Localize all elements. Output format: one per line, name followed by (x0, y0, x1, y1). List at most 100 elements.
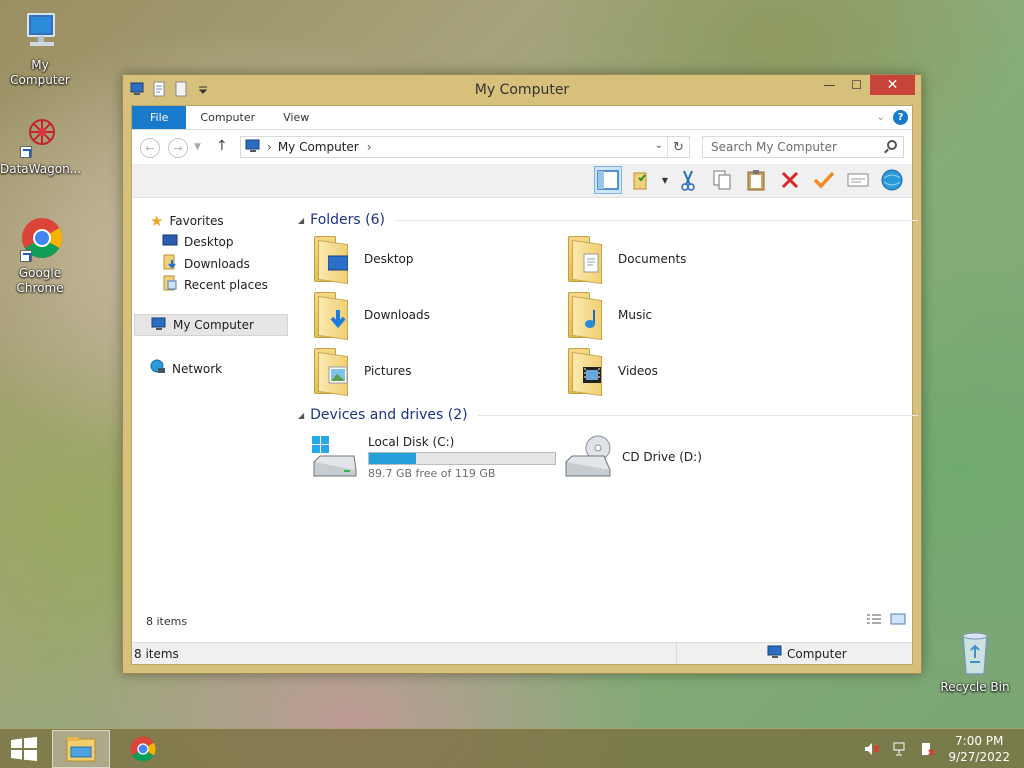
drive-usage-bar (368, 451, 556, 465)
nav-item-network[interactable]: Network (150, 359, 222, 378)
desktop-folder-icon (312, 236, 356, 285)
nav-item-my-computer[interactable]: My Computer (134, 314, 288, 336)
network-globe-icon[interactable] (878, 166, 906, 194)
title-bar[interactable]: My Computer — ☐ ✕ (123, 75, 921, 105)
music-folder-icon (566, 292, 610, 341)
breadcrumb-separator[interactable]: › (267, 140, 272, 154)
star-icon: ★ (150, 212, 164, 230)
recent-locations-icon[interactable]: ▼ (194, 142, 201, 152)
desktop-icon-label: DataWagon... (0, 162, 82, 176)
folder-tile-desktop[interactable]: Desktop (312, 236, 414, 285)
rename-check-icon[interactable] (810, 166, 838, 194)
group-title: Devices and drives (2) (310, 407, 468, 423)
downloads-small-icon (162, 254, 178, 273)
drive-tile-c[interactable]: Local Disk (C:) 89.7 GB free of 119 GB (310, 434, 556, 480)
clock-date: 9/27/2022 (948, 750, 1010, 764)
folder-tile-downloads[interactable]: Downloads (312, 292, 430, 341)
network-tray-icon[interactable] (892, 741, 908, 757)
drive-usage-fill (369, 452, 416, 464)
cd-drive-icon (564, 434, 614, 480)
refresh-icon[interactable]: ↻ (667, 137, 689, 157)
breadcrumb-separator[interactable]: › (367, 140, 372, 154)
paste-icon[interactable] (742, 166, 770, 194)
pictures-folder-icon (312, 348, 356, 397)
taskbar-file-explorer[interactable] (52, 730, 110, 768)
folder-tile-documents[interactable]: Documents (566, 236, 686, 285)
view-switcher (866, 613, 906, 628)
start-button[interactable] (10, 737, 38, 761)
search-input[interactable]: Search My Computer (702, 136, 904, 158)
nav-label: Recent places (184, 277, 268, 292)
folder-tile-music[interactable]: Music (566, 292, 652, 341)
maximize-button[interactable]: ☐ (843, 75, 870, 95)
status-bar: 8 items Computer (132, 642, 912, 664)
group-title: Folders (6) (310, 212, 385, 228)
back-button[interactable]: ← (140, 138, 160, 158)
folders-group-header[interactable]: ◢ Folders (6) (298, 212, 918, 228)
tab-computer[interactable]: Computer (186, 106, 269, 129)
address-field[interactable]: › My Computer › ⌄ ↻ (240, 136, 690, 158)
volume-muted-icon[interactable] (864, 741, 881, 757)
desktop-icon-datawagon[interactable]: DataWagon... (0, 112, 82, 177)
search-icon (887, 140, 897, 150)
folder-name: Downloads (364, 308, 430, 322)
delete-icon[interactable] (776, 166, 804, 194)
navigation-pane-toggle-icon[interactable] (593, 166, 622, 194)
nav-item-favorites[interactable]: ★ Favorites (150, 212, 224, 230)
drives-group-header[interactable]: ◢ Devices and drives (2) (298, 407, 918, 423)
desktop-icon-my-computer[interactable]: My Computer (0, 8, 80, 88)
status-location: Computer (767, 645, 847, 662)
organize-icon[interactable] (628, 166, 656, 194)
ribbon-right-controls: ⌄ ? (877, 110, 908, 125)
tab-file[interactable]: File (132, 106, 187, 129)
nav-item-downloads[interactable]: Downloads (162, 254, 250, 273)
desktop-icon-google-chrome[interactable]: Google Chrome (0, 216, 80, 296)
close-button[interactable]: ✕ (870, 75, 915, 95)
up-button[interactable]: ↑ (216, 138, 228, 154)
group-divider (395, 219, 918, 221)
folder-tile-pictures[interactable]: Pictures (312, 348, 412, 397)
details-view-icon[interactable] (866, 613, 882, 628)
file-explorer-icon (66, 737, 96, 762)
nav-label: Downloads (184, 256, 250, 271)
computer-small-icon (151, 317, 167, 334)
desktop-icon-label: Recycle Bin (940, 680, 1010, 694)
ribbon-tabs: File Computer View ⌄ ? (132, 106, 912, 130)
taskbar-chrome[interactable] (114, 730, 172, 768)
drive-tile-d[interactable]: CD Drive (D:) (564, 434, 702, 480)
forward-button[interactable]: → (168, 138, 188, 158)
address-dropdown-icon[interactable]: ⌄ (655, 140, 663, 151)
expand-ribbon-icon[interactable]: ⌄ (877, 112, 885, 123)
cut-icon[interactable] (674, 166, 702, 194)
large-icons-view-icon[interactable] (890, 613, 906, 628)
minimize-button[interactable]: — (816, 75, 843, 95)
nav-item-desktop[interactable]: Desktop (162, 233, 234, 250)
desktop-icon-label: My Computer (10, 58, 70, 87)
content-pane: ◢ Folders (6) Desktop Documents Download… (292, 198, 918, 634)
tab-view[interactable]: View (269, 106, 323, 129)
status-item-count: 8 items (132, 643, 677, 664)
taskbar-clock[interactable]: 7:00 PM 9/27/2022 (948, 733, 1010, 765)
nav-label: Favorites (169, 214, 224, 228)
breadcrumb-my-computer[interactable]: My Computer (278, 140, 359, 154)
recycle-bin-icon (951, 630, 999, 678)
window-controls: — ☐ ✕ (816, 75, 915, 95)
folder-tile-videos[interactable]: Videos (566, 348, 658, 397)
nav-item-recent-places[interactable]: Recent places (162, 275, 268, 294)
collapse-triangle-icon[interactable]: ◢ (298, 411, 304, 420)
collapse-triangle-icon[interactable]: ◢ (298, 216, 304, 225)
properties-toolbar-icon[interactable] (844, 166, 872, 194)
organize-dropdown-icon[interactable]: ▼ (662, 176, 668, 185)
help-icon[interactable]: ? (893, 110, 908, 125)
taskbar: 7:00 PM 9/27/2022 (0, 728, 1024, 768)
network-icon (150, 359, 166, 378)
desktop-icon-recycle-bin[interactable]: Recycle Bin (935, 630, 1015, 695)
videos-folder-icon (566, 348, 610, 397)
chrome-icon (16, 216, 64, 264)
folder-name: Desktop (364, 252, 414, 266)
copy-icon[interactable] (708, 166, 736, 194)
drive-name: CD Drive (D:) (622, 450, 702, 464)
action-center-icon[interactable] (920, 741, 936, 757)
windows-logo-icon (11, 737, 37, 761)
shortcut-arrow-icon (20, 146, 32, 158)
